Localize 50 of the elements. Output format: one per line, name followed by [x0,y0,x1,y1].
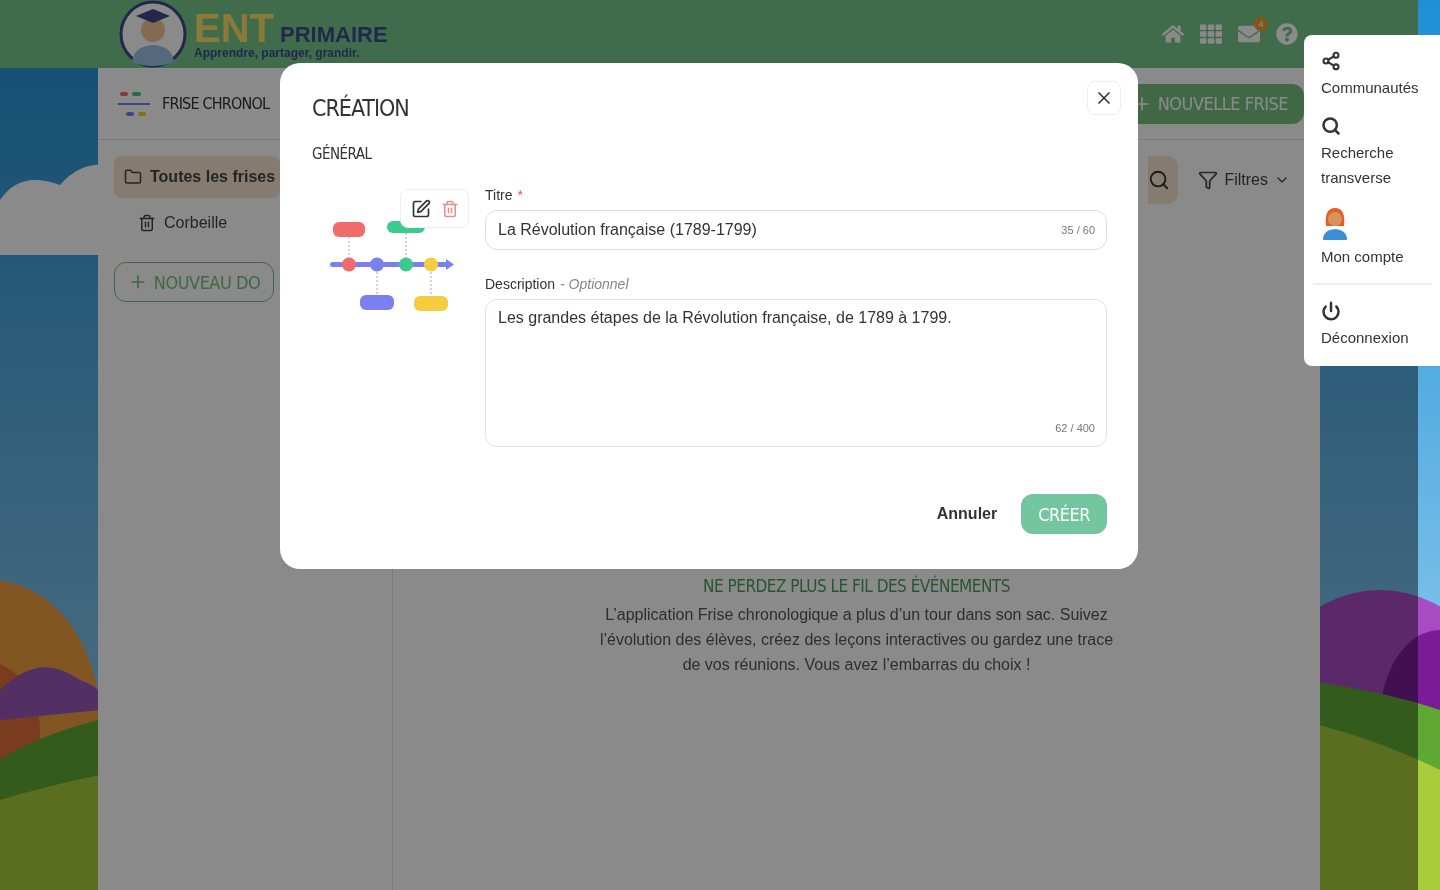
search-icon [1148,169,1171,191]
timeline-app-icon [118,90,150,117]
apps-grid-icon[interactable] [1200,23,1222,45]
empty-state-text: L’application Frise chronologique a plus d’un tour dans son sac. Suivez l’évolution des élèves, créez des leçons interactives ou gardez une trace de vos réunions. Vous avez l’embarras du choix ! [598,605,1115,675]
title-value: La Révolution française (1789-1799) [498,221,758,239]
folder-icon [124,168,142,186]
menu-item[interactable]: Communautés [1313,49,1432,100]
share-icon [1321,51,1341,71]
required-marker: * [517,187,523,203]
description-text-area[interactable]: Les grandes étapes de la Révolution française, de 1789 à 1799. 62 / 400 [485,299,1107,447]
sidebar-item-label: Toutes les frises [150,168,276,186]
description-value: Les grandes étapes de la Révolution française, de 1789 à 1799. [498,309,953,327]
menu-item-label: Recherche transverse [1321,143,1395,188]
mail-icon[interactable] [1238,23,1260,45]
edit-image-button[interactable] [410,198,431,219]
power-icon [1321,301,1341,321]
menu-item-label: Mon compte [1321,247,1405,267]
menu-item[interactable]: Recherche transverse [1313,114,1432,190]
home-icon[interactable] [1162,23,1184,45]
logo-letters: ENT [194,8,274,48]
title-input-field[interactable]: La Révolution française (1789-1799) 35 / 60 [485,210,1107,250]
character-counter: 35 / 60 [1061,224,1095,236]
menu-item-label: Déconnexion [1321,328,1410,348]
optional-hint: - Optionnel [560,276,629,292]
filter-icon [1198,170,1219,190]
menu-item-label: Communautés [1321,78,1420,98]
menu-item[interactable]: Mon compte [1313,204,1432,269]
filters-button[interactable]: Filtres [1198,170,1290,190]
field-label: Description [485,276,556,292]
help-icon[interactable] [1276,23,1298,45]
logo-tagline: Apprendre, partager, grandir. [194,46,361,60]
close-button[interactable] [1087,81,1121,115]
sidebar-item-label: Corbeille [164,214,228,232]
dialog-title: CRÉATION [312,95,409,121]
trash-icon [138,214,156,232]
logo-name: PRIMAIRE [280,22,388,48]
section-title: GÉNÉRAL [312,145,373,163]
notification-badge: 4 [1254,17,1268,31]
search-icon [1321,116,1341,136]
menu-item[interactable]: Déconnexion [1313,299,1432,350]
search-button[interactable] [1148,156,1179,204]
cancel-button[interactable]: Annuler [936,505,998,523]
sidebar-item[interactable]: Corbeille [114,202,280,244]
character-counter: 62 / 400 [1055,422,1095,434]
delete-image-button[interactable] [440,199,459,218]
empty-state-heading: NE PERDEZ PLUS LE FIL DES ÉVÉNEMENTS [703,576,1010,596]
field-label: Titre [485,187,513,203]
sidebar-item[interactable]: Toutes les frises [114,156,280,198]
avatar-icon [1321,206,1349,240]
app-title: FRISE CHRONOL [162,94,270,113]
